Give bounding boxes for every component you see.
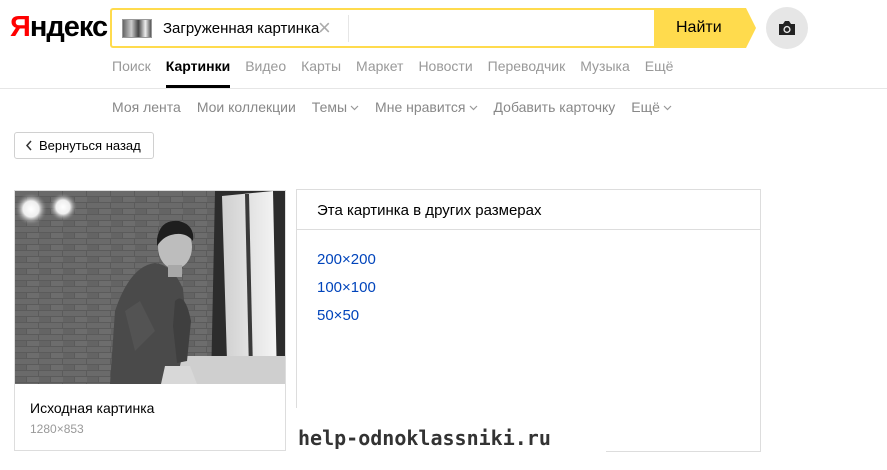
original-image-photo bbox=[15, 191, 285, 384]
subnav-item[interactable]: Мне нравится bbox=[375, 99, 477, 116]
size-link[interactable]: 200×200 bbox=[317, 251, 376, 268]
logo-first-letter: Я bbox=[10, 11, 31, 43]
camera-icon bbox=[779, 21, 795, 35]
tab-service[interactable]: Маркет bbox=[356, 58, 403, 88]
original-image-title: Исходная картинка bbox=[30, 400, 155, 416]
size-link[interactable]: 50×50 bbox=[317, 307, 359, 324]
subnav-item-label: Ещё bbox=[631, 99, 660, 115]
search-button[interactable]: Найти bbox=[654, 8, 756, 48]
tab-service[interactable]: Видео bbox=[245, 58, 286, 88]
chevron-down-icon bbox=[663, 105, 672, 111]
search-button-label: Найти bbox=[676, 19, 722, 36]
camera-search-button[interactable] bbox=[766, 7, 808, 49]
images-subnav: Моя лента Мои коллекции Темы Мне нравится До… bbox=[112, 99, 688, 116]
watermark-text: help-odnoklassniki.ru bbox=[298, 426, 551, 450]
search-bar[interactable]: Загруженная картинка × Найти bbox=[110, 8, 756, 48]
uploaded-image-label: Загруженная картинка bbox=[163, 20, 320, 37]
subnav-item-label: Добавить карточку bbox=[493, 99, 616, 115]
watermark: help-odnoklassniki.ru bbox=[290, 408, 606, 466]
other-sizes-title: Эта картинка в других размерах bbox=[317, 202, 542, 219]
original-image-size: 1280×853 bbox=[30, 422, 84, 436]
search-button-arrow bbox=[746, 8, 756, 48]
subnav-item[interactable]: Моя лента bbox=[112, 99, 181, 116]
original-image[interactable] bbox=[15, 191, 285, 384]
tab-service[interactable]: Новости bbox=[418, 58, 472, 88]
logo-rest: ндекс bbox=[29, 11, 108, 43]
size-link[interactable]: 100×100 bbox=[317, 279, 376, 296]
subnav-item-label: Мои коллекции bbox=[196, 99, 296, 115]
tab-images[interactable]: Картинки bbox=[165, 58, 231, 88]
subnav-item[interactable]: Темы bbox=[312, 99, 359, 116]
yandex-logo[interactable]: Яндекс bbox=[10, 10, 108, 44]
subnav-item-label: Моя лента bbox=[112, 99, 181, 115]
search-input[interactable]: Загруженная картинка × bbox=[110, 8, 656, 48]
chevron-down-icon bbox=[350, 105, 359, 111]
tab-service[interactable]: Музыка bbox=[580, 58, 630, 88]
chevron-left-icon bbox=[25, 140, 32, 151]
back-button-label: Вернуться назад bbox=[39, 138, 141, 153]
other-sizes-header: Эта картинка в других размерах bbox=[297, 190, 760, 230]
chevron-down-icon bbox=[469, 105, 477, 111]
tab-service[interactable]: Карты bbox=[301, 58, 341, 88]
header-divider bbox=[0, 88, 887, 89]
original-image-card[interactable]: Исходная картинка 1280×853 bbox=[14, 190, 286, 451]
tab-service[interactable]: Переводчик bbox=[488, 58, 566, 88]
tab-service[interactable]: Ещё bbox=[645, 58, 674, 88]
subnav-item[interactable]: Добавить карточку bbox=[494, 99, 616, 116]
subnav-item[interactable]: Ещё bbox=[631, 99, 672, 116]
chip-divider bbox=[348, 15, 349, 42]
subnav-item-label: Темы bbox=[311, 99, 348, 115]
uploaded-image-thumbnail bbox=[122, 19, 152, 38]
subnav-item[interactable]: Мои коллекции bbox=[197, 99, 296, 116]
close-icon[interactable]: × bbox=[318, 16, 331, 40]
subnav-item-label: Мне нравится bbox=[375, 99, 466, 115]
tab-service[interactable]: Поиск bbox=[112, 58, 151, 88]
back-button[interactable]: Вернуться назад bbox=[14, 132, 154, 159]
service-tabs: Поиск Картинки Видео Карты Маркет Новости Пере… bbox=[112, 58, 688, 88]
